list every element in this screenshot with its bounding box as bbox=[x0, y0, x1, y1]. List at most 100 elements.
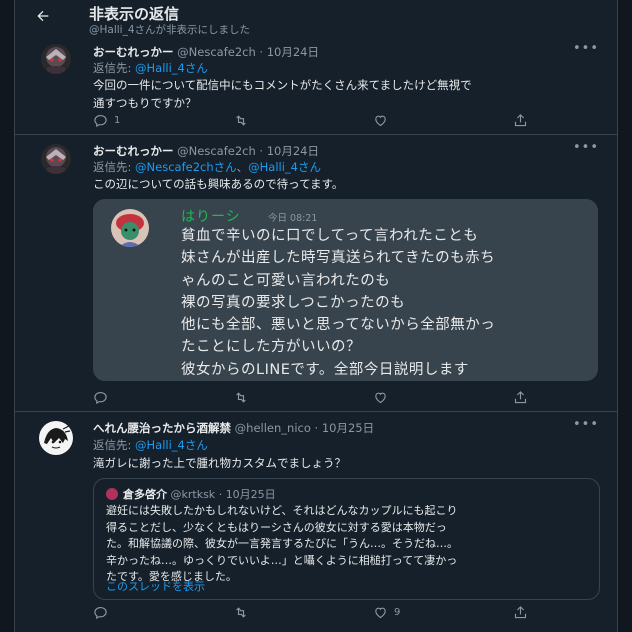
retweet-button[interactable] bbox=[233, 605, 255, 620]
reply-count: 1 bbox=[114, 115, 121, 126]
reply-icon bbox=[94, 114, 107, 128]
like-button[interactable]: 9 bbox=[373, 605, 400, 620]
reply-to-line: 返信先: @Nescafe2chさん、@Halli_4さん bbox=[93, 159, 321, 175]
tweet-header: おーむれっかー @Nescafe2ch · 10月24日 bbox=[93, 143, 319, 159]
tweet[interactable]: おーむれっかー @Nescafe2ch · 10月24日 ••• 返信先: @H… bbox=[15, 38, 617, 135]
share-button[interactable] bbox=[513, 113, 528, 128]
separator: · bbox=[314, 421, 319, 435]
share-button[interactable] bbox=[513, 605, 528, 620]
tweet-actions bbox=[93, 390, 543, 408]
avatar[interactable] bbox=[39, 421, 73, 455]
tweet-text-line: この辺についての話も興味あるので待ってます。 bbox=[93, 177, 344, 191]
tweet-actions: 1 bbox=[93, 113, 543, 131]
quoted-avatar bbox=[106, 488, 118, 500]
separator: · bbox=[259, 45, 264, 59]
chat-line: たことにした方がいいの？ bbox=[181, 339, 361, 356]
tweet-text-line: 滝ガレに謝った上で腫れ物カスタムでましょう？ bbox=[93, 456, 346, 470]
page-header: 非表示の返信 @Halli_4さんが非表示にしました bbox=[15, 0, 617, 38]
reply-prefix: 返信先: bbox=[93, 61, 136, 75]
tweet-text: この辺についての話も興味あるので待ってます。 bbox=[93, 175, 593, 193]
timeline-column: 非表示の返信 @Halli_4さんが非表示にしました おーむれっかー @Nesc… bbox=[14, 0, 618, 632]
quoted-tweet[interactable]: 倉多啓介 @krtksk · 10月25日 避妊には失敗したかもしれないけど、そ… bbox=[93, 478, 600, 600]
handle[interactable]: @hellen_nico bbox=[235, 421, 311, 435]
like-button[interactable] bbox=[373, 390, 394, 405]
attached-image[interactable]: はりーシ 今日 08:21 貧血で辛いのに口でしてって言われたことも 妹さんが出… bbox=[93, 199, 598, 381]
reply-to-line: 返信先: @Halli_4さん bbox=[93, 437, 208, 453]
reply-button[interactable]: 1 bbox=[93, 113, 120, 128]
reply-button[interactable] bbox=[93, 390, 114, 405]
tweet-date[interactable]: 10月25日 bbox=[322, 421, 374, 435]
reply-icon bbox=[94, 606, 107, 620]
arrow-left-icon[interactable] bbox=[35, 8, 51, 24]
more-horizontal-icon[interactable]: ••• bbox=[573, 417, 599, 432]
chat-avatar bbox=[111, 209, 149, 247]
show-thread-link[interactable]: このスレッドを表示 bbox=[106, 578, 205, 594]
retweet-icon bbox=[236, 607, 246, 618]
retweet-button[interactable] bbox=[233, 390, 255, 405]
tweet-text-line: 通すつもりですか？ bbox=[93, 96, 197, 110]
reply-button[interactable] bbox=[93, 605, 114, 620]
chat-line: 他にも全部、悪いと思ってないから全部無かっ bbox=[181, 317, 496, 334]
tweet-date[interactable]: 10月24日 bbox=[267, 144, 319, 158]
display-name[interactable]: へれん腰治ったから酒解禁 bbox=[93, 421, 231, 435]
reply-prefix: 返信先: bbox=[93, 160, 136, 174]
tweet[interactable]: おーむれっかー @Nescafe2ch · 10月24日 ••• 返信先: @N… bbox=[15, 135, 617, 412]
avatar[interactable] bbox=[41, 144, 71, 174]
chat-message: 貧血で辛いのに口でしてって言われたことも 妹さんが出産した時写真送られてきたのも… bbox=[181, 225, 495, 381]
tweet[interactable]: へれん腰治ったから酒解禁 @hellen_nico · 10月25日 ••• 返… bbox=[15, 412, 617, 632]
tweet-text: 滝ガレに謝った上で腫れ物カスタムでましょう？ bbox=[93, 454, 593, 472]
separator: · bbox=[259, 144, 264, 158]
retweet-button[interactable] bbox=[233, 113, 255, 128]
quoted-text-line: 避妊には失敗したかもしれないけど、それはどんなカップルにも起こり bbox=[106, 504, 458, 517]
retweet-icon bbox=[236, 392, 246, 403]
avatar[interactable] bbox=[41, 44, 71, 74]
quoted-tweet-text: 避妊には失敗したかもしれないけど、それはどんなカップルにも起こり 得ることだし、… bbox=[106, 503, 588, 586]
quoted-display-name: 倉多啓介 bbox=[123, 488, 167, 501]
like-count: 9 bbox=[394, 607, 401, 618]
quoted-text-line: 得ることだし、少なくともはりーシさんの彼女に対する愛は本物だっ bbox=[106, 520, 447, 534]
quoted-text-line: た。和解協議の際、彼女が一言発言するたびに「うん…。そうだね…。 bbox=[106, 537, 458, 550]
more-horizontal-icon[interactable]: ••• bbox=[573, 41, 599, 56]
mention-link[interactable]: @Halli_4さん bbox=[135, 438, 208, 452]
separator: · bbox=[218, 488, 223, 501]
retweet-icon bbox=[236, 115, 246, 126]
quoted-handle: @krtksk bbox=[170, 488, 216, 501]
mention-link[interactable]: @Nescafe2chさん bbox=[135, 160, 237, 174]
quoted-date: 10月25日 bbox=[225, 488, 276, 501]
share-button[interactable] bbox=[513, 390, 528, 405]
chat-timestamp: 今日 08:21 bbox=[268, 213, 318, 224]
reply-prefix: 返信先: bbox=[93, 438, 136, 452]
display-name[interactable]: おーむれっかー bbox=[93, 144, 174, 158]
reply-icon bbox=[94, 391, 107, 405]
share-icon bbox=[514, 114, 527, 127]
right-background bbox=[618, 0, 632, 632]
page-title: 非表示の返信 bbox=[89, 5, 180, 23]
like-button[interactable] bbox=[373, 113, 394, 128]
tweet-header: おーむれっかー @Nescafe2ch · 10月24日 bbox=[93, 44, 319, 60]
display-name[interactable]: おーむれっかー bbox=[93, 45, 174, 59]
mention-link[interactable]: @Halli_4さん bbox=[248, 160, 321, 174]
tweet-actions: 9 bbox=[93, 605, 543, 623]
chat-line: 彼女からのLINEです。全部今日説明します bbox=[181, 361, 469, 378]
handle[interactable]: @Nescafe2ch bbox=[177, 45, 256, 59]
more-horizontal-icon[interactable]: ••• bbox=[573, 140, 599, 155]
mention-joiner: 、 bbox=[236, 160, 249, 174]
share-icon bbox=[514, 391, 527, 404]
tweet-text: 今回の一件について配信中にもコメントがたくさん来てましたけど無視で 通すつもりで… bbox=[93, 76, 593, 112]
share-icon bbox=[514, 606, 527, 619]
mention-link[interactable]: @Halli_4さん bbox=[135, 61, 208, 75]
tweet-text-line: 今回の一件について配信中にもコメントがたくさん来てましたけど無視で bbox=[93, 78, 472, 92]
heart-icon bbox=[375, 392, 386, 404]
left-background bbox=[0, 0, 14, 632]
handle[interactable]: @Nescafe2ch bbox=[177, 144, 256, 158]
page-subtitle: @Halli_4さんが非表示にしました bbox=[89, 24, 251, 36]
tweet-header: へれん腰治ったから酒解禁 @hellen_nico · 10月25日 bbox=[93, 420, 374, 436]
tweet-date[interactable]: 10月24日 bbox=[267, 45, 319, 59]
chat-line: 貧血で辛いのに口でしてって言われたことも bbox=[181, 228, 479, 244]
heart-icon bbox=[375, 115, 386, 127]
reply-to-line: 返信先: @Halli_4さん bbox=[93, 60, 208, 76]
chat-line: 妹さんが出産した時写真送られてきたのも赤ち bbox=[181, 250, 496, 267]
chat-line: ゃんのこと可愛い言われたのも bbox=[181, 272, 391, 289]
quoted-tweet-header: 倉多啓介 @krtksk · 10月25日 bbox=[106, 486, 276, 502]
quoted-text-line: 辛かったね…。ゆっくりでいいよ…」と囁くように相槌打ってて凄かっ bbox=[106, 553, 458, 567]
